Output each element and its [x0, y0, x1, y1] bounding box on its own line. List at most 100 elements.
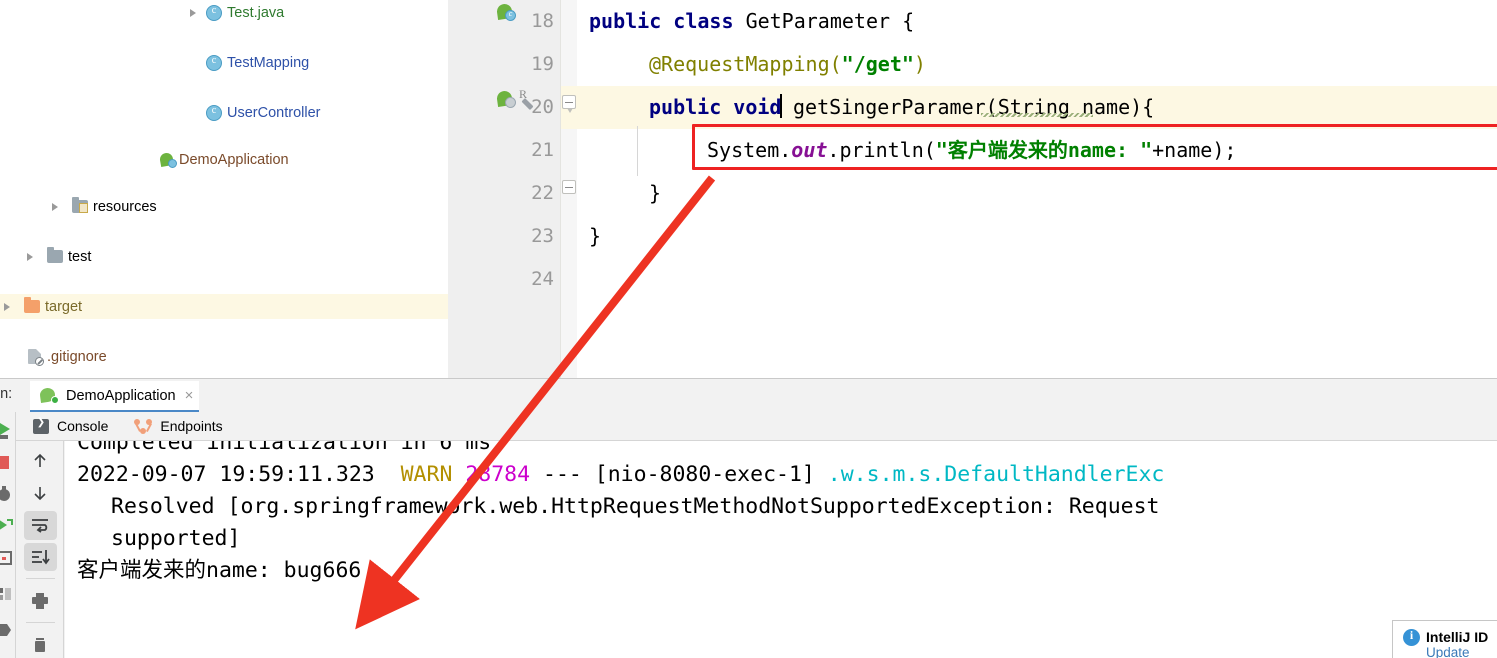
- run-tool-window: un: DemoApplication × Console Endpoints: [0, 378, 1497, 658]
- keyword-public-void: public void: [649, 95, 782, 119]
- fold-gutter[interactable]: [560, 0, 578, 378]
- run-subtab-bar: Console Endpoints: [16, 412, 1497, 441]
- endpoints-icon: [134, 418, 153, 434]
- java-class-icon: [206, 104, 222, 121]
- code-line-20[interactable]: public void getSingerParamer(String name…: [649, 86, 1154, 129]
- code-line-22[interactable]: }: [649, 172, 661, 215]
- ide-window: Test.java TestMapping UserController: [0, 0, 1497, 658]
- top-area: Test.java TestMapping UserController: [0, 0, 1497, 378]
- line-number: 23: [531, 225, 554, 247]
- console-segment: 28784: [465, 462, 531, 487]
- tree-item-target[interactable]: target: [0, 294, 448, 319]
- print-button[interactable]: [24, 586, 57, 615]
- resources-folder-icon: [72, 197, 88, 213]
- running-badge-shape: [51, 396, 59, 404]
- code-text-area[interactable]: public class GetParameter { @RequestMapp…: [577, 0, 1497, 378]
- fold-region-start-marker[interactable]: [562, 95, 576, 113]
- expand-arrow-icon[interactable]: [188, 7, 200, 19]
- tree-item-gitignore[interactable]: .gitignore: [0, 344, 448, 369]
- console-segment: supported]: [111, 526, 241, 551]
- tree-item-test-java[interactable]: Test.java: [0, 0, 448, 25]
- println-call: .println(: [827, 138, 936, 162]
- annotation-close-paren: ): [913, 52, 926, 76]
- soft-wrap-button[interactable]: [23, 510, 57, 540]
- run-outer-toolbar[interactable]: [0, 412, 16, 658]
- console-segment: Completed initialization in 6 ms: [77, 441, 492, 455]
- annotation-requestmapping: @RequestMapping(: [649, 52, 842, 76]
- console-line-2: Resolved [org.springframework.web.HttpRe…: [111, 491, 1159, 523]
- tree-item-usercontroller[interactable]: UserController: [0, 100, 448, 125]
- debug-button[interactable]: [0, 484, 14, 504]
- folder-orange-icon: [24, 297, 40, 313]
- notification-link[interactable]: Update: [1426, 645, 1488, 658]
- tab-console[interactable]: Console: [33, 417, 109, 434]
- code-line-18[interactable]: public class GetParameter {: [589, 0, 914, 43]
- run-configuration-tab[interactable]: DemoApplication ×: [30, 381, 200, 412]
- info-icon: [1403, 628, 1420, 646]
- camera-snapshot-button[interactable]: [0, 548, 14, 568]
- console-segment: --- [nio-8080-exec-1]: [530, 462, 828, 487]
- scroll-down-button[interactable]: [24, 479, 57, 508]
- keyword-class: class: [673, 9, 734, 33]
- closing-brace-method: }: [649, 181, 662, 205]
- java-class-icon: [206, 54, 222, 71]
- bean-badge-shape: [505, 9, 516, 21]
- console-toolbar[interactable]: [17, 441, 64, 658]
- pin-tab-button[interactable]: [0, 620, 14, 640]
- mapping-badge-shape: [505, 97, 516, 108]
- tab-endpoints-label: Endpoints: [160, 418, 223, 434]
- project-tree-panel[interactable]: Test.java TestMapping UserController: [0, 0, 448, 378]
- tree-item-testmapping[interactable]: TestMapping: [0, 50, 448, 75]
- scroll-to-end-button[interactable]: [23, 542, 57, 572]
- console-output[interactable]: Completed initialization in 6 ms 2022-09…: [65, 441, 1497, 658]
- console-segment: [452, 462, 465, 487]
- expand-arrow-icon[interactable]: [50, 201, 62, 213]
- code-line-21[interactable]: System.out.println("客户端发来的name: "+name);: [707, 129, 1236, 172]
- layout-button[interactable]: [0, 584, 14, 604]
- notification-title: IntelliJ ID: [1426, 629, 1489, 645]
- tree-item-demoapplication[interactable]: DemoApplication: [0, 147, 448, 172]
- closing-brace-class: }: [589, 224, 602, 248]
- tree-item-resources[interactable]: resources: [0, 194, 448, 219]
- tab-endpoints[interactable]: Endpoints: [134, 418, 223, 434]
- scroll-up-button[interactable]: [24, 447, 57, 476]
- tree-item-label: test: [68, 248, 92, 265]
- expand-arrow-icon[interactable]: [2, 301, 14, 313]
- spring-mapping-icon[interactable]: [496, 90, 516, 108]
- toolbar-divider: [25, 622, 55, 624]
- tree-item-test[interactable]: test: [0, 244, 448, 269]
- tree-item-label: UserController: [227, 104, 321, 121]
- fold-region-end-marker[interactable]: [562, 180, 576, 194]
- code-line-19[interactable]: @RequestMapping("/get"): [649, 43, 926, 86]
- rerun-failed-button[interactable]: [0, 516, 14, 536]
- console-line-1: 2022-09-07 19:59:11.323 WARN 28784 --- […: [77, 459, 1164, 491]
- expand-arrow-icon[interactable]: [25, 251, 37, 263]
- tab-console-label: Console: [57, 418, 109, 434]
- println-arg-suffix: +name);: [1152, 138, 1237, 162]
- console-segment: 2022-09-07 19:59:11.323: [77, 462, 401, 487]
- line-number: 21: [531, 139, 554, 161]
- run-window-header: un: DemoApplication ×: [0, 379, 1497, 412]
- clear-all-button[interactable]: [24, 630, 57, 658]
- spring-bean-icon[interactable]: [496, 3, 516, 21]
- edit-icon[interactable]: [523, 96, 538, 111]
- code-line-23[interactable]: }: [589, 215, 601, 258]
- code-editor[interactable]: 18 19 20 21 22 23 24 R: [448, 0, 1497, 378]
- gitignore-file-icon: [28, 349, 44, 366]
- stop-button[interactable]: [0, 452, 14, 472]
- editor-gutter[interactable]: 18 19 20 21 22 23 24 R: [448, 0, 578, 378]
- close-icon[interactable]: ×: [185, 388, 194, 403]
- console-segment: .w.s.m.s.DefaultHandlerExc: [827, 462, 1165, 487]
- expand-arrow-placeholder: [188, 107, 200, 119]
- console-segment: 客户端发来的name: bug666: [77, 558, 362, 583]
- line-number: 24: [531, 268, 554, 290]
- console-line-0: Completed initialization in 6 ms: [77, 441, 491, 459]
- annotation-path-string: "/get": [841, 52, 914, 76]
- console-segment: WARN: [400, 462, 453, 487]
- java-class-icon: [206, 4, 222, 21]
- folder-icon: [47, 247, 63, 263]
- intellij-update-notification[interactable]: IntelliJ ID Update: [1392, 620, 1497, 658]
- tree-item-label: TestMapping: [227, 54, 310, 71]
- inspection-squiggle: [981, 113, 1093, 117]
- rerun-button[interactable]: [0, 420, 14, 440]
